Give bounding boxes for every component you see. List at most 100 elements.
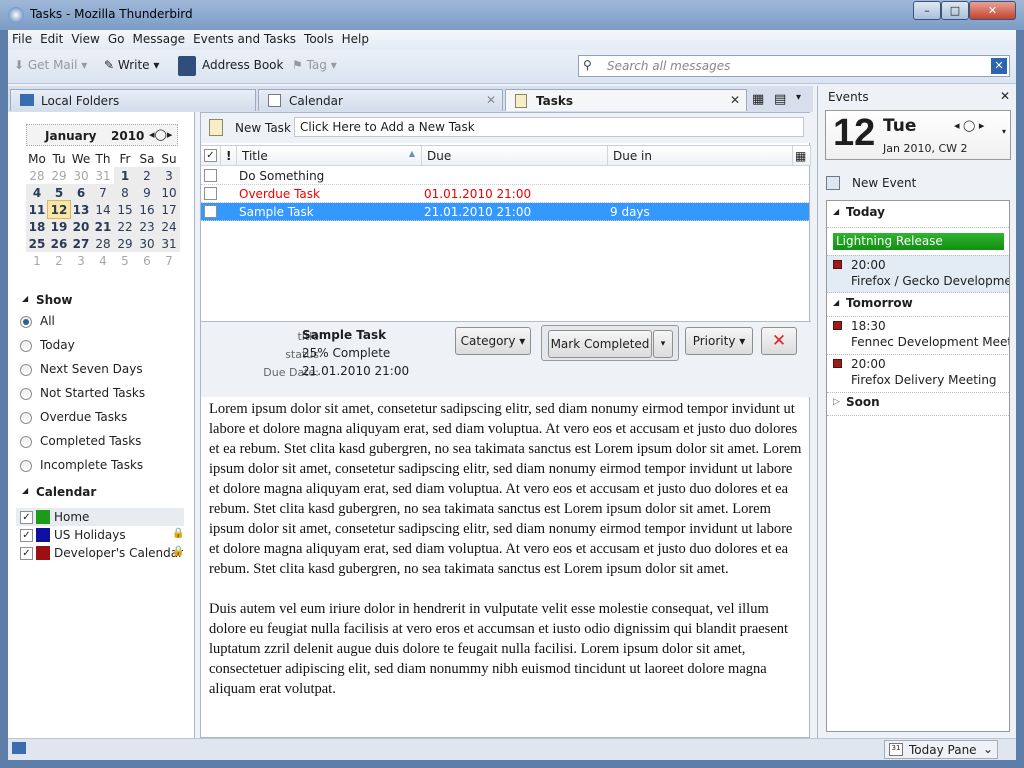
mark-completed-dropdown[interactable]: ▾	[653, 330, 673, 358]
collapse-icon[interactable]: ◢	[22, 294, 28, 303]
calendar-checkbox[interactable]: ✓	[20, 511, 33, 524]
day-cell[interactable]: 30	[136, 235, 158, 252]
allday-event[interactable]: Lightning Release	[833, 233, 1004, 250]
filter-option[interactable]: Overdue Tasks	[40, 410, 127, 424]
close-tab-icon[interactable]: ✕	[730, 93, 740, 107]
month-nav-icons[interactable]: ◂◯▸	[149, 128, 172, 141]
day-cell[interactable]: 22	[114, 218, 136, 235]
filter-radio[interactable]	[20, 388, 32, 400]
agenda-today-header[interactable]: Today	[846, 205, 885, 219]
day-cell[interactable]: 2	[136, 167, 158, 184]
day-cell[interactable]: 31	[92, 167, 114, 184]
priority-column-header[interactable]: !	[221, 146, 237, 166]
task-mode-icon[interactable]: ▤	[774, 92, 786, 107]
agenda-event[interactable]: 20:00 Firefox / Gecko Development Meeting	[827, 255, 1009, 293]
close-today-pane-icon[interactable]: ✕	[1000, 89, 1010, 103]
get-mail-button[interactable]: ⬇ Get Mail ▾	[14, 58, 87, 72]
day-cell[interactable]: 26	[48, 235, 70, 252]
day-cell[interactable]: 3	[70, 252, 92, 269]
day-cell[interactable]: 4	[92, 252, 114, 269]
day-cell[interactable]: 6	[70, 184, 92, 201]
menu-events-tasks[interactable]: Events and Tasks	[189, 30, 300, 46]
task-complete-checkbox[interactable]	[204, 205, 217, 218]
due-column-header[interactable]: Due	[422, 146, 608, 166]
collapse-icon[interactable]: ◢	[22, 486, 28, 495]
task-row[interactable]: Overdue Task 01.01.2010 21:00	[201, 185, 809, 203]
menu-edit[interactable]: Edit	[36, 30, 67, 46]
day-cell[interactable]: 23	[136, 218, 158, 235]
close-tab-icon[interactable]: ✕	[486, 93, 496, 107]
online-status-icon[interactable]	[12, 742, 26, 754]
filter-option[interactable]: Not Started Tasks	[40, 386, 145, 400]
tab-tasks[interactable]: Tasks ✕	[505, 89, 747, 111]
calendar-mode-icon[interactable]: ▦	[752, 92, 764, 107]
menu-file[interactable]: File	[8, 30, 36, 46]
collapse-icon[interactable]: ◢	[833, 298, 839, 307]
clear-search-icon[interactable]: ✕	[991, 58, 1007, 74]
day-menu-dropdown[interactable]: ▾	[1002, 127, 1006, 136]
calendar-list-item[interactable]: ✓ US Holidays 🔒	[16, 526, 184, 544]
agenda-tomorrow-header[interactable]: Tomorrow	[846, 296, 913, 310]
completed-column-header[interactable]: ✓	[201, 146, 221, 166]
day-cell[interactable]: 24	[158, 218, 180, 235]
agenda-soon-header[interactable]: Soon	[846, 395, 880, 409]
task-row[interactable]: Do Something	[201, 167, 809, 185]
calendar-checkbox[interactable]: ✓	[20, 547, 33, 560]
new-task-icon[interactable]	[209, 119, 223, 136]
filter-option[interactable]: Completed Tasks	[40, 434, 141, 448]
filter-radio[interactable]	[20, 340, 32, 352]
today-pane-toggle[interactable]: 31 Today Pane ⌄	[884, 740, 998, 759]
filter-radio[interactable]	[20, 436, 32, 448]
collapse-icon[interactable]: ◢	[833, 207, 839, 216]
day-cell[interactable]: 9	[136, 184, 158, 201]
task-row[interactable]: Sample Task 21.01.2010 21:00 9 days	[201, 203, 809, 221]
day-cell[interactable]: 28	[92, 235, 114, 252]
search-input[interactable]: ⚲ Search all messages ✕	[578, 55, 1010, 77]
filter-radio[interactable]	[20, 364, 32, 376]
delete-task-icon[interactable]: ✕	[761, 327, 797, 355]
day-cell[interactable]: 31	[158, 235, 180, 252]
menu-view[interactable]: View	[67, 30, 103, 46]
filter-option[interactable]: Today	[40, 338, 75, 352]
day-cell[interactable]: 29	[114, 235, 136, 252]
new-event-button[interactable]: New Event	[852, 176, 916, 190]
address-book-button[interactable]: Address Book	[202, 58, 283, 72]
filter-radio[interactable]	[20, 460, 32, 472]
menu-help[interactable]: Help	[338, 30, 373, 46]
quick-add-task-input[interactable]: Click Here to Add a New Task	[294, 117, 804, 137]
day-cell[interactable]: 2	[48, 252, 70, 269]
agenda-event[interactable]: 18:30 Fennec Development Meeting	[827, 316, 1009, 354]
day-cell[interactable]: 17	[158, 201, 180, 218]
write-button[interactable]: ✎ Write ▾	[104, 58, 159, 72]
column-picker-icon[interactable]: ▦	[793, 146, 811, 166]
category-button[interactable]: Category ▾	[455, 327, 531, 355]
day-cell[interactable]: 29	[48, 167, 70, 184]
day-cell[interactable]: 25	[26, 235, 48, 252]
priority-button[interactable]: Priority ▾	[685, 327, 753, 355]
day-cell[interactable]: 30	[70, 167, 92, 184]
day-cell[interactable]: 8	[114, 184, 136, 201]
filter-option[interactable]: Incomplete Tasks	[40, 458, 143, 472]
filter-radio[interactable]	[20, 316, 32, 328]
day-nav-icons[interactable]: ◂ ◯ ▸	[954, 119, 984, 132]
day-cell[interactable]: 15	[114, 201, 136, 218]
day-cell[interactable]: 6	[136, 252, 158, 269]
calendar-list-item[interactable]: ✓ Developer's Calendar 🔒	[16, 544, 184, 562]
close-window-button[interactable]: ✕	[969, 1, 1016, 20]
filter-option[interactable]: All	[40, 314, 55, 328]
day-cell[interactable]: 7	[158, 252, 180, 269]
day-cell[interactable]: 28	[26, 167, 48, 184]
filter-option[interactable]: Next Seven Days	[40, 362, 143, 376]
day-cell[interactable]: 13	[70, 201, 92, 218]
filter-radio[interactable]	[20, 412, 32, 424]
menu-message[interactable]: Message	[128, 30, 189, 46]
task-complete-checkbox[interactable]	[204, 169, 217, 182]
day-cell[interactable]: 1	[26, 252, 48, 269]
menu-tools[interactable]: Tools	[300, 30, 338, 46]
day-cell[interactable]: 21	[92, 218, 114, 235]
day-cell[interactable]: 16	[136, 201, 158, 218]
due-in-column-header[interactable]: Due in	[608, 146, 793, 166]
day-cell[interactable]: 5	[48, 184, 70, 201]
minimize-button[interactable]: –	[913, 1, 941, 20]
day-cell[interactable]: 12	[47, 200, 71, 219]
